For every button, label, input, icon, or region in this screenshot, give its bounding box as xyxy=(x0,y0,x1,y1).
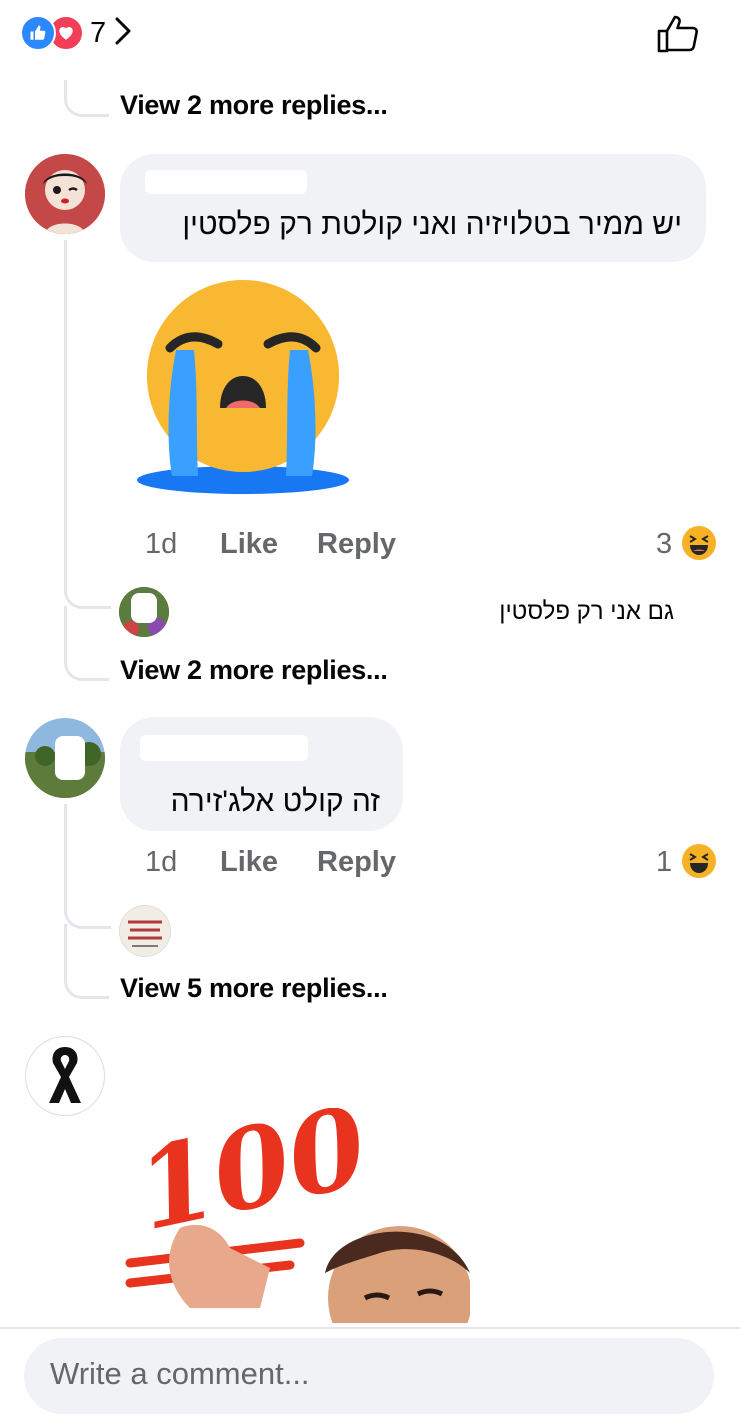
like-button[interactable]: Like xyxy=(220,528,278,561)
author-name-redacted xyxy=(140,735,308,761)
thread-line xyxy=(64,240,67,594)
like-button[interactable]: Like xyxy=(220,846,278,879)
sticker-text: 100 xyxy=(126,1108,377,1255)
reaction-summary[interactable]: 7 xyxy=(20,12,132,54)
thread-line xyxy=(64,80,109,117)
thread-line xyxy=(64,958,109,999)
comment-text: יש ממיר בטלויזיה ואני קולטת רק פלסטין xyxy=(182,208,682,241)
reply-avatar[interactable] xyxy=(119,587,169,637)
view-more-replies-link[interactable]: View 5 more replies... xyxy=(120,973,388,1004)
avatar[interactable] xyxy=(25,718,105,798)
avatar[interactable] xyxy=(25,154,105,234)
reply-text: גם אני רק פלסטין xyxy=(499,598,674,625)
avatar[interactable] xyxy=(25,1036,105,1116)
reaction-count: 7 xyxy=(90,16,107,49)
thread-line xyxy=(64,640,109,681)
black-ribbon-icon xyxy=(26,1047,104,1115)
view-more-replies-link[interactable]: View 2 more replies... xyxy=(120,90,388,121)
comment-reaction-count: 3 xyxy=(656,528,673,560)
sticker-100: 100 xyxy=(120,1108,470,1323)
crying-emoji xyxy=(136,280,350,501)
chevron-right-icon xyxy=(114,16,132,51)
like-reaction-icon xyxy=(20,15,56,51)
author-name-redacted xyxy=(145,170,307,194)
reply-avatar[interactable] xyxy=(119,905,171,957)
comment-text: זה קולט אלג'זירה xyxy=(170,785,380,818)
comment-input-placeholder: Write a comment... xyxy=(50,1356,310,1391)
comment-reaction-count: 1 xyxy=(656,846,673,878)
haha-reaction-icon[interactable] xyxy=(682,526,716,560)
haha-reaction-icon[interactable] xyxy=(682,844,716,878)
thread-connector xyxy=(64,900,111,929)
reply-button[interactable]: Reply xyxy=(317,528,396,561)
comment-time: 1d xyxy=(145,528,178,560)
view-more-replies-link[interactable]: View 2 more replies... xyxy=(120,655,388,686)
comment-time: 1d xyxy=(145,846,178,878)
reply-button[interactable]: Reply xyxy=(317,846,396,879)
thumbs-up-icon[interactable] xyxy=(656,12,700,59)
thread-line xyxy=(64,804,67,914)
thread-connector xyxy=(64,580,111,609)
